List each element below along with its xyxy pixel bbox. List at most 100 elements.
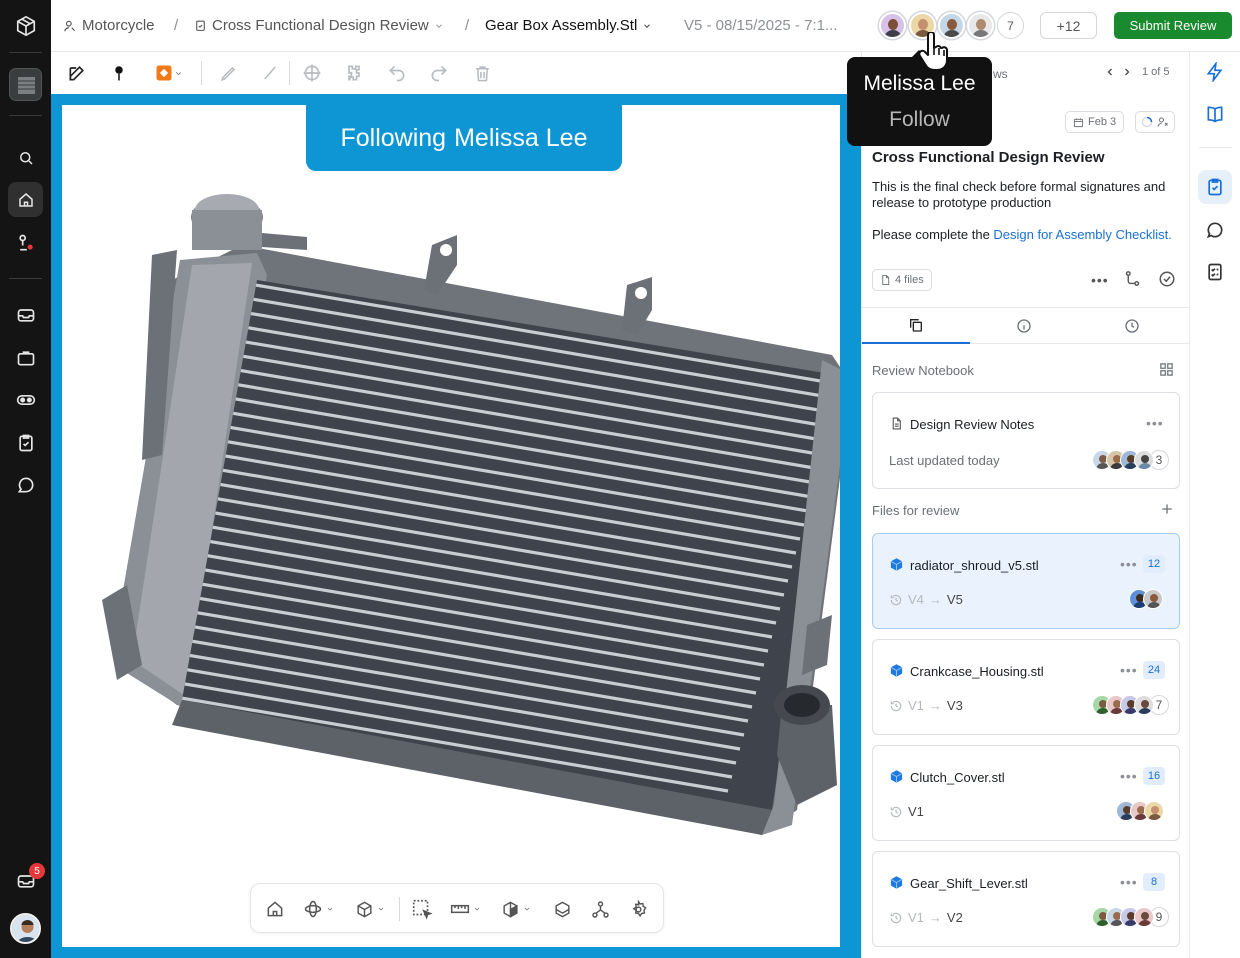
- annotation-toolbar: [51, 52, 851, 93]
- add-file-icon[interactable]: [1160, 502, 1174, 516]
- copy-files-icon: [910, 319, 922, 332]
- file-collaborators: [1116, 800, 1164, 822]
- submit-review-button[interactable]: Submit Review: [1114, 12, 1232, 39]
- viewer-count[interactable]: 7: [997, 12, 1024, 39]
- following-banner-name: Melissa Lee: [454, 123, 588, 152]
- version-diff: V1: [889, 804, 924, 819]
- lasso-select-icon[interactable]: [342, 61, 366, 85]
- shape-color-picker[interactable]: [149, 61, 187, 85]
- add-viewers-button[interactable]: +12: [1040, 12, 1097, 39]
- tab-files[interactable]: [862, 308, 970, 344]
- flow-alert-icon[interactable]: [8, 225, 43, 260]
- workspace-thumbnail[interactable]: [9, 68, 42, 101]
- orbit-tool[interactable]: [303, 897, 334, 921]
- top-header: Motorcycle / Cross Functional Design Rev…: [51, 0, 1240, 52]
- clipboard-check-icon[interactable]: [8, 425, 43, 460]
- trash-icon[interactable]: [470, 61, 494, 85]
- calendar-icon: [1073, 117, 1084, 127]
- breadcrumb-review[interactable]: Cross Functional Design Review: [194, 17, 444, 34]
- file-icon: [882, 274, 890, 286]
- prev-page-icon[interactable]: [1104, 65, 1116, 79]
- file-card-crankcase-housing[interactable]: Crankcase_Housing.stl ••• 24 V1 → V3 7: [872, 639, 1180, 735]
- file-card-radiator-shroud[interactable]: radiator_shroud_v5.stl ••• 12 V4 → V5: [872, 533, 1180, 629]
- checklist-link[interactable]: Design for Assembly Checklist.: [993, 227, 1171, 242]
- version-label[interactable]: V5 - 08/15/2025 - 7:1...: [684, 17, 837, 34]
- book-icon[interactable]: [1198, 97, 1232, 131]
- undo-icon[interactable]: [385, 61, 409, 85]
- pin-icon[interactable]: [107, 61, 131, 85]
- redo-icon[interactable]: [427, 61, 451, 85]
- app-logo-icon[interactable]: [8, 8, 43, 43]
- due-date-chip[interactable]: Feb 3: [1065, 111, 1125, 133]
- line-icon[interactable]: [258, 61, 282, 85]
- breadcrumb-project[interactable]: Motorcycle: [63, 17, 155, 34]
- comment-icon[interactable]: [1198, 213, 1232, 247]
- crosshair-icon[interactable]: [300, 61, 324, 85]
- notebook-section-label: Review Notebook: [872, 363, 974, 378]
- notebook-more-icon[interactable]: •••: [1146, 415, 1164, 431]
- tooltip-follow-action[interactable]: Follow: [847, 108, 992, 132]
- settings-icon[interactable]: [629, 897, 648, 921]
- view-toolbar: [250, 883, 664, 933]
- file-more-icon[interactable]: •••: [1120, 662, 1138, 678]
- app-window: 5 Motorcycle / Cross Functional Design R…: [0, 0, 1240, 958]
- more-options-icon[interactable]: •••: [1091, 272, 1109, 288]
- pencil-icon[interactable]: [216, 61, 240, 85]
- files-chip[interactable]: 4 files: [872, 269, 932, 291]
- file-card-gear-shift-lever[interactable]: Gear_Shift_Lever.stl ••• 8 V1 → V2 9: [872, 851, 1180, 947]
- panel-partial-label: ws: [993, 67, 1008, 81]
- toggle-view-icon[interactable]: [8, 382, 43, 417]
- inbox-tray-icon[interactable]: [8, 297, 43, 332]
- comment-count-badge: 8: [1143, 873, 1165, 891]
- box-select-icon[interactable]: [411, 897, 433, 921]
- review-checklist-icon[interactable]: [1198, 170, 1232, 204]
- breadcrumb-project-label: Motorcycle: [82, 17, 155, 34]
- file-more-icon[interactable]: •••: [1120, 556, 1138, 572]
- notification-badge: 5: [29, 863, 45, 879]
- review-description: This is the final check before formal si…: [872, 179, 1166, 210]
- cube-file-icon: [890, 558, 903, 571]
- task-list-icon[interactable]: [1198, 255, 1232, 289]
- file-card-clutch-cover[interactable]: Clutch_Cover.stl ••• 16 V1: [872, 745, 1180, 841]
- assignee-status-chip[interactable]: [1135, 111, 1175, 133]
- approve-check-icon[interactable]: [1158, 270, 1176, 288]
- file-collaborators: 7: [1092, 694, 1169, 716]
- breadcrumb-review-label: Cross Functional Design Review: [212, 17, 429, 34]
- person-x-icon: [1157, 117, 1168, 127]
- shape-icon: [156, 65, 171, 81]
- search-icon[interactable]: [8, 140, 43, 175]
- chat-bubble-icon[interactable]: [8, 467, 43, 502]
- current-user-avatar[interactable]: [10, 913, 41, 944]
- grid-view-icon[interactable]: [1159, 362, 1174, 377]
- history-icon: [890, 594, 902, 605]
- home-view-icon[interactable]: [265, 897, 285, 921]
- cube-file-icon: [890, 664, 903, 677]
- file-more-icon[interactable]: •••: [1120, 874, 1138, 890]
- model-tree-icon[interactable]: [591, 897, 610, 921]
- notebook-card[interactable]: Design Review Notes ••• Last updated tod…: [872, 392, 1180, 489]
- lightning-icon[interactable]: [1198, 55, 1232, 89]
- ruler-icon: [450, 904, 470, 914]
- tab-info[interactable]: [970, 308, 1078, 344]
- edit-icon[interactable]: [65, 61, 89, 85]
- view-cube-tool[interactable]: [355, 897, 385, 921]
- radiator-model[interactable]: [62, 105, 840, 947]
- briefcase-icon[interactable]: [8, 340, 43, 375]
- workflow-icon[interactable]: [1124, 270, 1141, 287]
- explode-icon[interactable]: [553, 897, 572, 921]
- viewer-canvas[interactable]: Following Melissa Lee: [62, 105, 840, 947]
- viewer-avatar-4[interactable]: [967, 12, 994, 39]
- section-tool[interactable]: [501, 897, 531, 921]
- home-icon[interactable]: [8, 182, 43, 217]
- model-viewer[interactable]: Following Melissa Lee: [51, 94, 861, 958]
- tab-history[interactable]: [1078, 308, 1186, 344]
- cube-icon: [357, 901, 372, 917]
- file-more-icon[interactable]: •••: [1120, 768, 1138, 784]
- measure-tool[interactable]: [450, 897, 481, 921]
- breadcrumb-file-label: Gear Box Assembly.Stl: [485, 17, 638, 34]
- history-icon: [890, 912, 902, 923]
- next-page-icon[interactable]: [1121, 65, 1133, 79]
- viewer-avatar-1[interactable]: [879, 12, 906, 39]
- breadcrumb-file[interactable]: Gear Box Assembly.Stl: [485, 17, 652, 34]
- notebook-updated: Last updated today: [889, 453, 1000, 468]
